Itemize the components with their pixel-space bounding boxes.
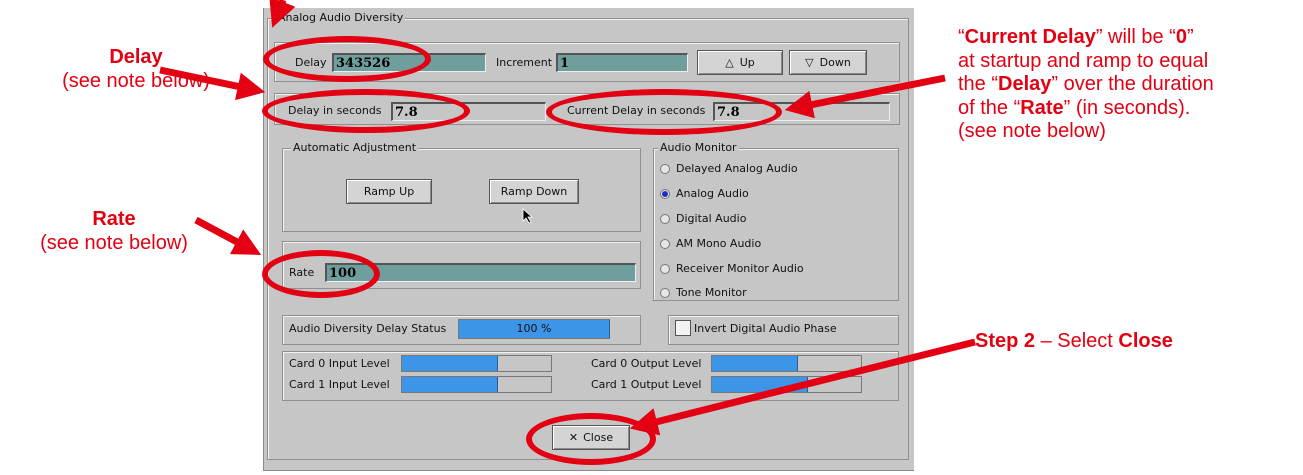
text: ” will be “ xyxy=(1095,26,1176,48)
delay-annotation-note: (see note below) xyxy=(62,69,210,92)
close-highlight-oval xyxy=(526,413,656,465)
text: ” over the duration xyxy=(1051,73,1214,96)
current-delay-annotation-line2: at startup and ramp to equal xyxy=(958,49,1209,72)
rate-annotation: Rate (see note below) xyxy=(14,208,214,255)
rate-highlight-oval xyxy=(262,250,380,298)
arrow-close xyxy=(629,338,976,436)
text: ” (in seconds). xyxy=(1063,96,1191,119)
current-delay-highlight-oval xyxy=(546,89,782,135)
current-delay-annotation: “Current Delay” will be “0” at startup a… xyxy=(958,26,1303,144)
text: “ xyxy=(958,26,965,48)
delay-highlight-oval xyxy=(263,36,431,82)
step2-annotation: Step 2 – Select Close xyxy=(975,330,1173,354)
current-delay-annotation-line1: “Current Delay” will be “0” xyxy=(958,26,1303,50)
text-bold: Delay xyxy=(998,73,1052,96)
current-delay-annotation-line3: the “Delay” over the duration xyxy=(958,73,1303,97)
text: the “ xyxy=(958,73,999,96)
text-bold: 0 xyxy=(1175,26,1187,48)
delay-annotation-title: Delay xyxy=(109,46,163,68)
step2-close: Close xyxy=(1118,330,1173,352)
text-bold: Rate xyxy=(1020,96,1064,119)
arrow-current-delay xyxy=(784,74,946,119)
rate-annotation-note: (see note below) xyxy=(40,231,188,254)
current-delay-annotation-note: (see note below) xyxy=(958,120,1106,143)
step2-text: – Select xyxy=(1035,330,1119,352)
current-delay-annotation-line4: of the “Rate” (in seconds). xyxy=(958,97,1303,121)
text: of the “ xyxy=(958,96,1021,119)
delay-annotation: Delay (see note below) xyxy=(36,46,236,93)
rate-annotation-title: Rate xyxy=(92,208,136,230)
text-bold: Current Delay xyxy=(964,26,1096,48)
arrow-top xyxy=(269,0,296,28)
step2-bold: Step 2 xyxy=(975,330,1036,352)
delay-seconds-highlight-oval xyxy=(262,89,470,133)
text: ” xyxy=(1186,26,1194,48)
